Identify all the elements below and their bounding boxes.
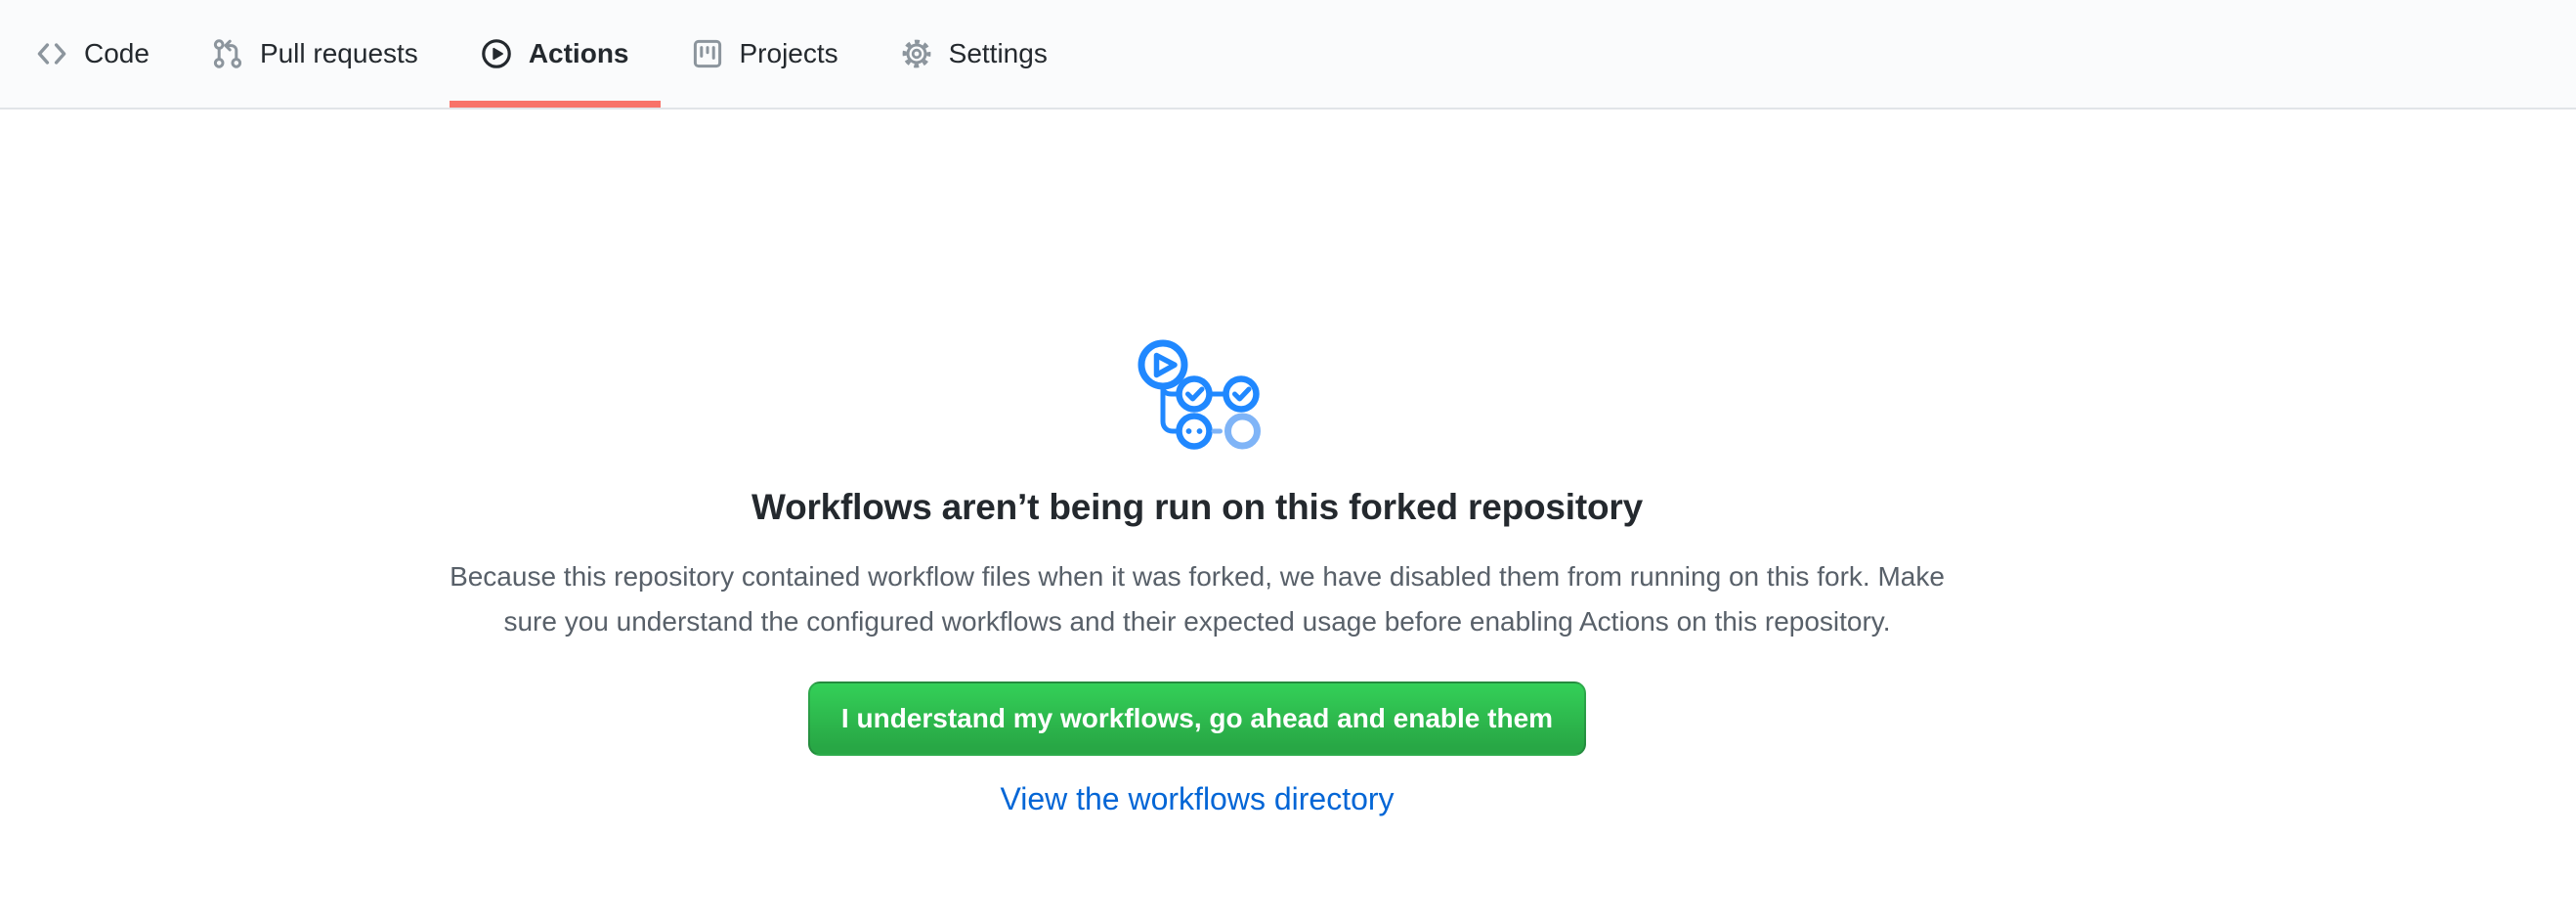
repo-nav: Code Pull requests Actions <box>0 0 2576 110</box>
tab-code[interactable]: Code <box>5 0 181 108</box>
project-icon <box>692 38 723 69</box>
code-icon <box>36 38 67 69</box>
tab-label: Actions <box>529 40 629 67</box>
description-line-2: sure you understand the configured workf… <box>0 599 2394 644</box>
tab-label: Pull requests <box>260 40 418 67</box>
play-icon <box>481 38 512 69</box>
tab-projects[interactable]: Projects <box>661 0 870 108</box>
tab-label: Code <box>84 40 150 67</box>
tab-label: Projects <box>740 40 838 67</box>
description-line-1: Because this repository contained workfl… <box>0 554 2394 599</box>
blankslate-title: Workflows aren’t being run on this forke… <box>0 484 2394 531</box>
tab-settings[interactable]: Settings <box>870 0 1079 108</box>
actions-blankslate: Workflows aren’t being run on this forke… <box>0 110 2394 817</box>
blankslate-description: Because this repository contained workfl… <box>0 554 2394 644</box>
git-pull-request-icon <box>212 38 243 69</box>
gear-icon <box>901 38 932 69</box>
tab-actions[interactable]: Actions <box>450 0 661 108</box>
view-workflows-directory-link[interactable]: View the workflows directory <box>1000 781 1394 816</box>
enable-workflows-button[interactable]: I understand my workflows, go ahead and … <box>808 681 1586 756</box>
tab-label: Settings <box>949 40 1048 67</box>
workflow-graph-icon <box>1129 330 1266 458</box>
tab-pull-requests[interactable]: Pull requests <box>181 0 450 108</box>
